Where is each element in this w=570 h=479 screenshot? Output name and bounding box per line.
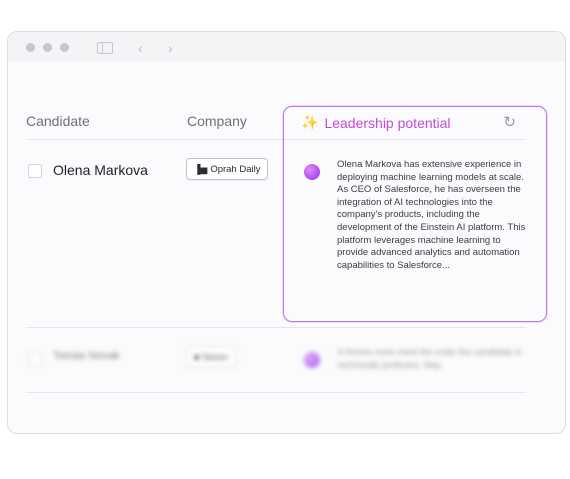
company-logo-icon: ■: [194, 352, 200, 362]
leadership-summary: Olena Markova has extensive experience i…: [337, 159, 526, 271]
row-divider: [26, 392, 526, 393]
browser-window: ‹ › Candidate Company Olena Markova ▐▅ O…: [7, 31, 566, 434]
sparkle-icon: ✨: [301, 114, 319, 130]
ai-orb-icon: [304, 352, 320, 368]
column-header-company: Company: [187, 113, 247, 129]
window-control-dot[interactable]: [26, 43, 35, 52]
ai-orb-icon: [304, 164, 320, 180]
candidate-name: Olena Markova: [53, 162, 148, 178]
company-chip[interactable]: ▐▅ Oprah Daily: [186, 158, 269, 180]
candidate-name: Tomás Novak: [53, 350, 120, 362]
window-control-dot[interactable]: [43, 43, 52, 52]
column-header-leadership: ✨ Leadership potential: [301, 114, 451, 131]
bar-chart-icon: ▐▅: [194, 163, 208, 174]
leadership-summary: It thrives more meet the order the candi…: [338, 347, 522, 370]
forward-chevron-icon[interactable]: ›: [168, 41, 173, 55]
sidebar-toggle-icon[interactable]: [97, 42, 113, 54]
company-chip[interactable]: ■ Noom: [186, 346, 236, 368]
row-checkbox[interactable]: [28, 352, 42, 366]
row-divider: [26, 327, 526, 328]
back-chevron-icon[interactable]: ‹: [138, 41, 143, 55]
company-name: Noom: [202, 351, 228, 363]
row-checkbox[interactable]: [28, 164, 42, 178]
window-titlebar: ‹ ›: [8, 32, 565, 62]
leadership-column-highlight: ✨ Leadership potential ↻ Olena Markova h…: [283, 106, 547, 322]
company-name: Oprah Daily: [210, 163, 261, 175]
window-control-dot[interactable]: [60, 43, 69, 52]
leadership-header-label: Leadership potential: [324, 114, 451, 131]
column-header-candidate: Candidate: [26, 113, 90, 129]
refresh-icon[interactable]: ↻: [503, 113, 516, 131]
